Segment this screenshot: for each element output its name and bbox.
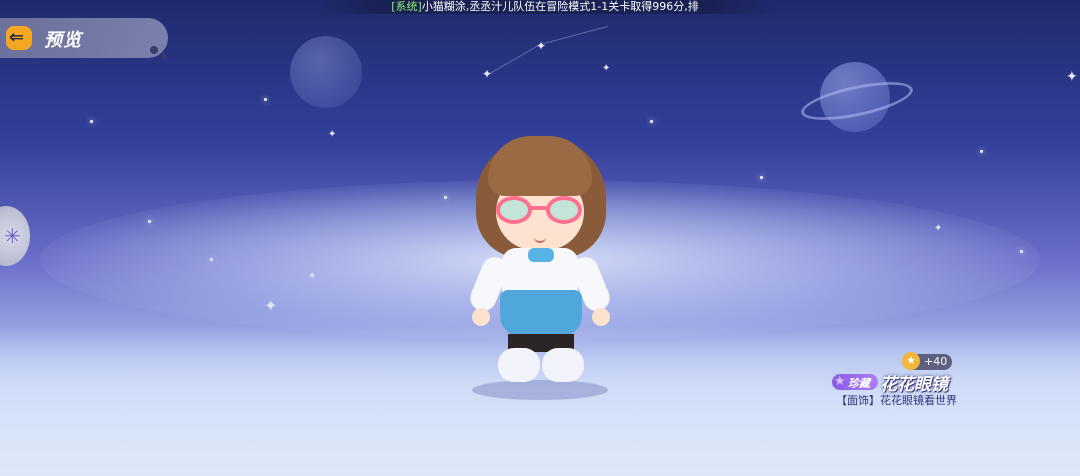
- star-dot: [650, 120, 653, 123]
- character-hand-left: [472, 308, 490, 326]
- item-info-panel: ★ +40 ★ 珍藏 花花眼镜 【面饰】花花眼镜看世界: [830, 352, 960, 412]
- back-button[interactable]: ⇐: [6, 26, 32, 50]
- character-shoe-left: [498, 348, 540, 382]
- item-description: 【面饰】花花眼镜看世界: [836, 394, 957, 407]
- moon-decoration: [290, 36, 362, 108]
- star-dot: [760, 176, 763, 179]
- rarity-label: 珍藏: [848, 377, 870, 390]
- glasses-lens-left: [496, 196, 532, 224]
- header-decoration-dot: [150, 46, 158, 54]
- header-decoration-dot: [162, 54, 167, 59]
- system-broadcast-ticker: [系统]小猫糊涂,丞丞汁儿队伍在冒险模式1-1关卡取得996分,排: [310, 0, 780, 14]
- back-arrow-icon: ⇐: [9, 27, 25, 48]
- character-bow-tie: [528, 248, 554, 262]
- sparkle-icon: ✦: [1066, 69, 1078, 85]
- pinwheel-icon: ✳: [4, 224, 21, 248]
- star-dot: [264, 98, 267, 101]
- constellation-line: [540, 25, 608, 45]
- character-shoe-right: [542, 348, 584, 382]
- character-bangs: [488, 136, 592, 196]
- avatar-character-model[interactable]: [460, 130, 620, 400]
- sparkle-icon: ✦: [328, 129, 337, 140]
- constellation-line: [488, 44, 541, 75]
- sparkle-icon: ✦: [482, 67, 493, 81]
- character-hand-right: [592, 308, 610, 326]
- flower-glasses-accessory: [496, 196, 584, 226]
- sparkle-icon: ✦: [602, 63, 611, 74]
- glasses-lens-right: [546, 196, 582, 224]
- star-dot: [90, 120, 93, 123]
- character-shadow: [472, 380, 608, 400]
- star-dot: [980, 150, 983, 153]
- score-value: +40: [924, 355, 948, 368]
- ticker-tag: [系统]: [391, 0, 422, 13]
- rarity-badge: ★ 珍藏: [832, 374, 878, 390]
- score-badge: ★ +40: [902, 352, 952, 370]
- page-header: ⇐ 预览: [0, 18, 168, 59]
- rarity-star-icon: ★: [834, 374, 846, 389]
- star-coin-icon: ★: [902, 352, 920, 370]
- character-skirt: [500, 290, 582, 336]
- page-title: 预览: [44, 30, 82, 51]
- sparkle-icon: ✦: [536, 39, 547, 53]
- ticker-message: 小猫糊涂,丞丞汁儿队伍在冒险模式1-1关卡取得996分,排: [421, 0, 699, 13]
